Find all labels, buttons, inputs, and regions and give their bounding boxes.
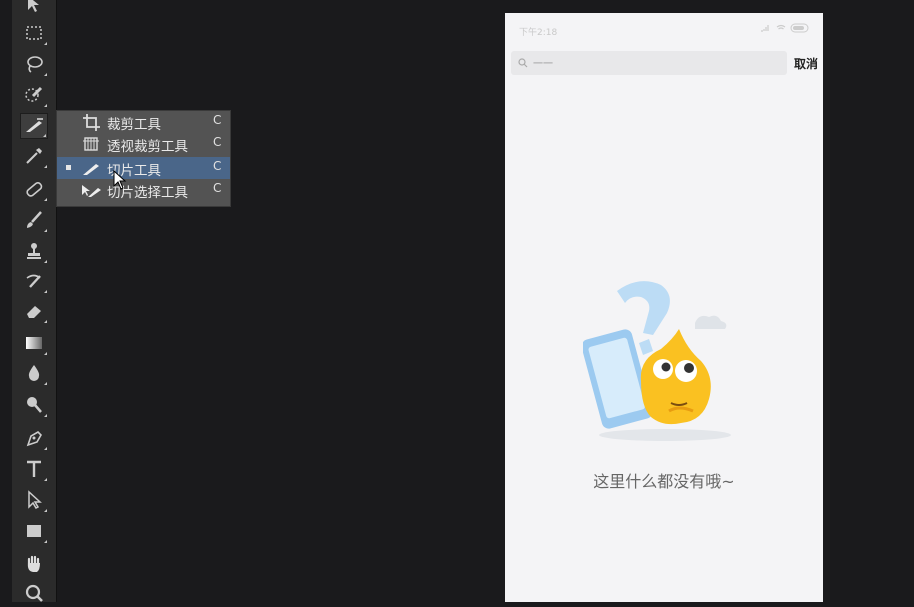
marquee-tool-icon xyxy=(26,26,42,40)
rectangle-tool-icon xyxy=(27,525,41,537)
blur-tool[interactable] xyxy=(20,360,48,386)
eraser-tool-icon xyxy=(27,306,41,318)
flyout-item-slice[interactable]: 切片工具 C xyxy=(57,157,230,179)
phone-mockup-artboard: 下午2:18 一一 取消 这里什么都没有哦~ xyxy=(505,13,823,602)
hand-tool-icon xyxy=(27,555,40,572)
move-tool-icon xyxy=(28,0,39,12)
shortcut-key: C xyxy=(213,135,222,149)
flyout-item-slice-select[interactable]: 切片选择工具 C xyxy=(57,179,230,201)
dodge-tool[interactable] xyxy=(20,392,48,418)
flyout-item-label: 透视裁剪工具 xyxy=(107,139,188,155)
healing-brush-tool-icon xyxy=(26,181,43,197)
search-icon xyxy=(518,58,528,68)
cancel-button[interactable]: 取消 xyxy=(794,55,818,72)
flyout-item-perspective-crop[interactable]: 透视裁剪工具 C xyxy=(57,133,230,155)
status-bar-icons xyxy=(761,23,809,33)
type-tool-icon xyxy=(27,460,41,477)
move-tool[interactable] xyxy=(20,0,48,18)
slice-tool[interactable] xyxy=(20,113,48,139)
eraser-tool[interactable] xyxy=(20,298,48,324)
brush-tool-icon xyxy=(27,211,42,228)
clone-stamp-tool[interactable] xyxy=(20,238,48,264)
battery-icon xyxy=(793,26,804,30)
healing-brush-tool[interactable] xyxy=(20,176,48,202)
zoom-tool[interactable] xyxy=(20,581,48,607)
lasso-tool[interactable] xyxy=(20,51,48,77)
flyout-item-crop[interactable]: 裁剪工具 C xyxy=(57,111,230,133)
tools-panel xyxy=(12,0,57,602)
empty-state-message: 这里什么都没有哦~ xyxy=(593,472,735,491)
gradient-tool-icon xyxy=(26,337,42,349)
empty-state-illustration xyxy=(583,281,731,441)
marquee-tool[interactable] xyxy=(20,20,48,46)
eyedropper-tool[interactable] xyxy=(20,143,48,169)
path-selection-tool[interactable] xyxy=(20,487,48,513)
shortcut-key: C xyxy=(213,159,222,173)
pen-tool[interactable] xyxy=(20,425,48,451)
perspective-crop-icon xyxy=(83,137,99,151)
dodge-tool-icon xyxy=(27,397,42,413)
gradient-tool[interactable] xyxy=(20,330,48,356)
hand-tool[interactable] xyxy=(20,551,48,577)
rectangle-tool[interactable] xyxy=(20,518,48,544)
slice-icon xyxy=(83,164,99,175)
search-bar[interactable]: 一一 xyxy=(511,51,787,75)
status-time: 下午2:18 xyxy=(519,28,558,38)
blur-tool-icon xyxy=(28,365,40,381)
slice-tool-flyout-menu: 裁剪工具 C 透视裁剪工具 C 切片工具 C 切片选择工具 C xyxy=(56,110,231,207)
wifi-icon xyxy=(776,24,786,30)
clone-stamp-tool-icon xyxy=(27,243,41,259)
history-brush-tool-icon xyxy=(26,274,41,288)
lasso-tool-icon xyxy=(27,56,43,73)
mouse-cursor-icon xyxy=(113,170,127,190)
search-input[interactable]: 一一 xyxy=(533,55,553,70)
path-selection-tool-icon xyxy=(28,490,42,509)
eyedropper-tool-icon xyxy=(26,148,42,164)
shortcut-key: C xyxy=(213,113,222,127)
history-brush-tool[interactable] xyxy=(20,268,48,294)
quick-selection-tool[interactable] xyxy=(20,82,48,108)
selected-bullet xyxy=(66,165,71,170)
brush-tool[interactable] xyxy=(20,207,48,233)
pen-tool-icon xyxy=(26,431,42,447)
type-tool[interactable] xyxy=(20,456,48,482)
quick-selection-tool-icon xyxy=(25,86,43,102)
crop-icon xyxy=(83,114,100,131)
slice-select-icon xyxy=(82,185,101,197)
slice-tool-icon xyxy=(26,118,43,132)
shortcut-key: C xyxy=(213,181,222,195)
flyout-item-label: 裁剪工具 xyxy=(107,117,161,133)
